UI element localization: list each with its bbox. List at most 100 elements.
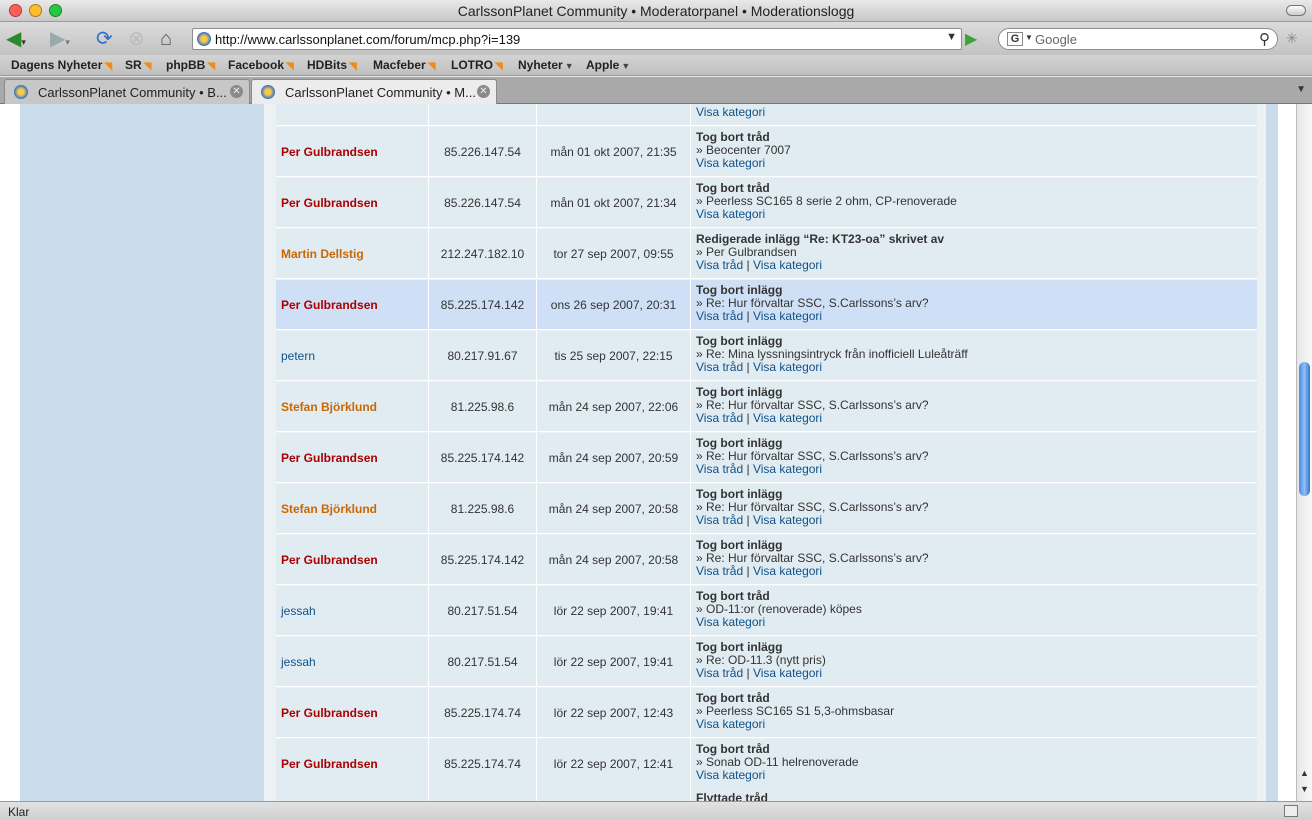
close-window-button[interactable] <box>9 4 22 17</box>
mcp-sidebar <box>20 104 264 801</box>
rss-feed-icon: ◥ <box>104 61 113 72</box>
bookmark-dagens-nyheter[interactable]: Dagens Nyheter ◥ <box>11 58 112 72</box>
view-topic-link[interactable]: Visa tråd <box>696 258 743 272</box>
view-category-link[interactable]: Visa kategori <box>753 513 822 527</box>
go-button[interactable]: ▶ <box>965 29 977 49</box>
search-icon[interactable]: ⚲ <box>1259 30 1270 48</box>
forward-button[interactable]: ▶▾ <box>50 27 70 54</box>
table-row: Per Gulbrandsen 85.225.174.74 lör 22 sep 2… <box>276 688 1257 738</box>
action-cell: Tog bort tråd» Peerless SC165 S1 5,3-ohm… <box>691 688 1257 738</box>
link-separator: | <box>743 666 753 680</box>
back-button[interactable]: ◀▾ <box>6 27 26 54</box>
chevron-down-icon: ▼ <box>564 61 574 71</box>
bookmark-phpbb[interactable]: phpBB ◥ <box>166 58 215 72</box>
scroll-up-arrow-icon[interactable]: ▲ <box>1300 768 1309 778</box>
table-row: jessah 80.217.51.54 lör 22 sep 2007, 19:41… <box>276 586 1257 636</box>
link-separator: | <box>743 309 753 323</box>
username-link[interactable]: jessah <box>281 604 316 618</box>
view-topic-link[interactable]: Visa tråd <box>696 360 743 374</box>
timestamp: mån 24 sep 2007, 20:59 <box>548 451 679 465</box>
username-link[interactable]: Per Gulbrandsen <box>281 451 378 465</box>
view-topic-link[interactable]: Visa tråd <box>696 564 743 578</box>
link-separator: | <box>743 462 753 476</box>
close-tab-icon[interactable]: ✕ <box>230 85 243 98</box>
window-title: CarlssonPlanet Community • Moderatorpane… <box>457 3 855 19</box>
search-engine-dropdown-icon[interactable]: ▼ <box>1025 33 1033 42</box>
view-category-link[interactable]: Visa kategori <box>753 462 822 476</box>
ip-address: 85.226.147.54 <box>444 196 521 210</box>
bookmark-sr[interactable]: SR ◥ <box>125 58 151 72</box>
scroll-down-arrow-icon[interactable]: ▼ <box>1300 784 1309 794</box>
view-category-link[interactable]: Visa kategori <box>696 156 765 170</box>
bookmark-macfeber[interactable]: Macfeber ◥ <box>373 58 435 72</box>
status-text: Klar <box>8 805 30 819</box>
view-category-link[interactable]: Visa kategori <box>753 411 822 425</box>
timestamp: mån 24 sep 2007, 20:58 <box>548 502 679 516</box>
view-category-link[interactable]: Visa kategori <box>696 105 765 119</box>
view-category-link[interactable]: Visa kategori <box>696 768 765 782</box>
forward-history-dropdown-icon[interactable]: ▾ <box>65 37 70 47</box>
time-cell: mån 24 sep 2007, 20:59 <box>537 433 691 483</box>
tab-board[interactable]: CarlssonPlanet Community • B... ✕ <box>4 79 250 104</box>
stop-button[interactable]: ⊗ <box>128 27 145 51</box>
reload-button[interactable]: ⟳ <box>96 27 113 51</box>
username-link[interactable]: Per Gulbrandsen <box>281 757 378 771</box>
ip-cell: 85.225.174.142 <box>429 433 537 483</box>
search-engine-icon[interactable]: G <box>1007 32 1023 46</box>
view-category-link[interactable]: Visa kategori <box>753 360 822 374</box>
username-link[interactable]: Stefan Björklund <box>281 502 377 516</box>
view-topic-link[interactable]: Visa tråd <box>696 666 743 680</box>
username-link[interactable]: Per Gulbrandsen <box>281 145 378 159</box>
view-category-link[interactable]: Visa kategori <box>696 615 765 629</box>
username-link[interactable]: Per Gulbrandsen <box>281 706 378 720</box>
toolbar-toggle-button[interactable] <box>1286 5 1306 16</box>
url-bar[interactable]: http://www.carlssonplanet.com/forum/mcp.… <box>192 28 962 50</box>
search-bar[interactable]: G ▼ Google ⚲ <box>998 28 1278 50</box>
view-category-link[interactable]: Visa kategori <box>753 309 822 323</box>
view-topic-link[interactable]: Visa tråd <box>696 462 743 476</box>
back-history-dropdown-icon[interactable]: ▾ <box>21 37 26 47</box>
rss-feed-icon: ◥ <box>349 61 357 72</box>
page-info-icon[interactable] <box>1284 805 1298 817</box>
url-history-dropdown-icon[interactable]: ▼ <box>946 31 957 43</box>
username-link[interactable]: Per Gulbrandsen <box>281 298 378 312</box>
table-row: jessah 80.217.51.54 lör 22 sep 2007, 19:41… <box>276 637 1257 687</box>
home-button[interactable]: ⌂ <box>160 27 172 51</box>
view-topic-link[interactable]: Visa tråd <box>696 513 743 527</box>
ip-address: 85.225.174.142 <box>440 298 525 312</box>
username-link[interactable]: Stefan Björklund <box>281 400 377 414</box>
username-link[interactable]: Per Gulbrandsen <box>281 553 378 567</box>
username-link[interactable]: Per Gulbrandsen <box>281 196 378 210</box>
minimize-window-button[interactable] <box>29 4 42 17</box>
ip-address: 85.225.174.142 <box>440 553 525 567</box>
view-topic-link[interactable]: Visa tråd <box>696 309 743 323</box>
scrollbar-thumb[interactable] <box>1299 362 1310 496</box>
list-all-tabs-icon[interactable]: ▼ <box>1296 84 1306 95</box>
table-row: Stefan Björklund 81.225.98.6 mån 24 sep 20… <box>276 382 1257 432</box>
bookmark-folder-apple[interactable]: Apple ▼ <box>586 58 630 72</box>
username-link[interactable]: Martin Dellstig <box>281 247 364 261</box>
bookmark-facebook[interactable]: Facebook ◥ <box>228 58 294 72</box>
close-tab-icon[interactable]: ✕ <box>477 85 490 98</box>
view-category-link[interactable]: Visa kategori <box>696 717 765 731</box>
tab-moderation-log[interactable]: CarlssonPlanet Community • M... ✕ <box>251 79 497 104</box>
view-category-link[interactable]: Visa kategori <box>753 258 822 272</box>
bookmark-hdbits[interactable]: HDBits ◥ <box>307 58 357 72</box>
view-topic-link[interactable]: Visa tråd <box>696 411 743 425</box>
view-category-link[interactable]: Visa kategori <box>696 207 765 221</box>
ip-cell: 85.226.147.54 <box>429 127 537 177</box>
time-cell: ons 26 sep 2007, 20:31 <box>537 280 691 330</box>
navigation-toolbar: ◀▾ ▶▾ ⟳ ⊗ ⌂ http://www.carlssonplanet.co… <box>0 22 1312 55</box>
view-category-link[interactable]: Visa kategori <box>753 564 822 578</box>
username-link[interactable]: petern <box>281 349 315 363</box>
search-placeholder[interactable]: Google <box>1035 32 1077 47</box>
username-link[interactable]: jessah <box>281 655 316 669</box>
url-text[interactable]: http://www.carlssonplanet.com/forum/mcp.… <box>215 32 520 47</box>
vertical-scrollbar[interactable]: ▲ ▼ <box>1296 104 1312 801</box>
view-category-link[interactable]: Visa kategori <box>753 666 822 680</box>
link-separator: | <box>743 564 753 578</box>
bookmark-folder-nyheter[interactable]: Nyheter ▼ <box>518 58 574 72</box>
table-row: Per Gulbrandsen 85.226.147.54 mån 01 okt 2… <box>276 127 1257 177</box>
zoom-window-button[interactable] <box>49 4 62 17</box>
bookmark-lotro[interactable]: LOTRO ◥ <box>451 58 503 72</box>
